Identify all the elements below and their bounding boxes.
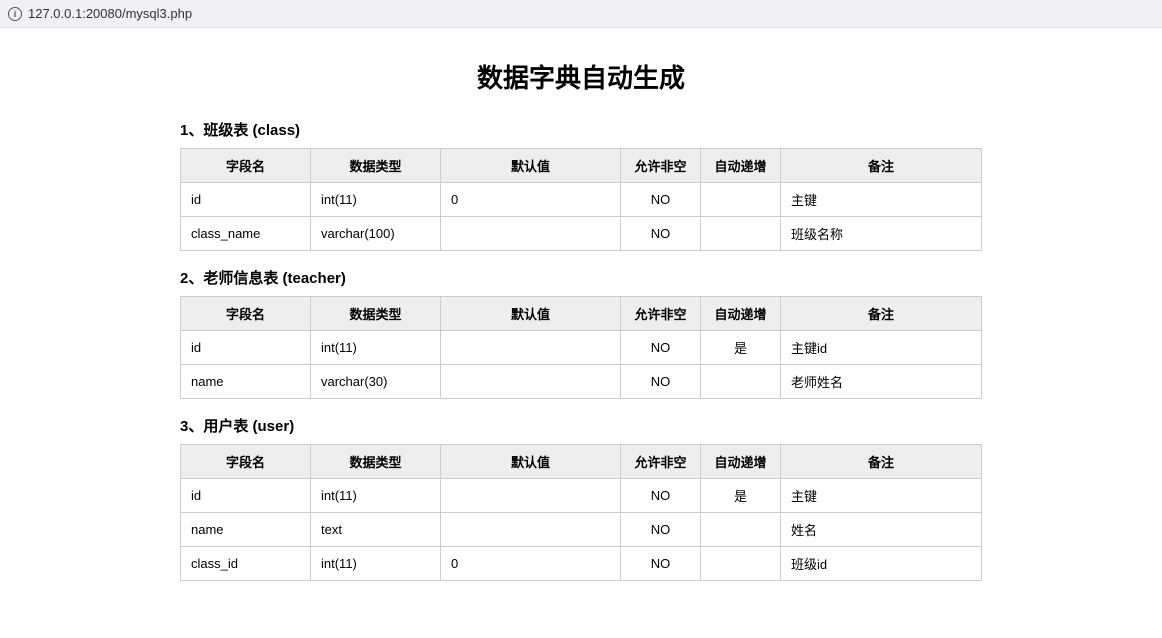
section-title: 3、用户表 (user) (180, 415, 982, 436)
table-cell: int(11) (311, 331, 441, 365)
table-cell: 是 (701, 479, 781, 513)
table-cell (701, 547, 781, 581)
browser-address-bar[interactable]: i 127.0.0.1:20080/mysql3.php (0, 0, 1162, 28)
section-title: 1、班级表 (class) (180, 119, 982, 140)
data-table: 字段名数据类型默认值允许非空自动递增备注idint(11)NO是主键namete… (180, 444, 982, 581)
table-header-cell: 允许非空 (621, 149, 701, 183)
page-content: 数据字典自动生成 1、班级表 (class)字段名数据类型默认值允许非空自动递增… (0, 28, 1162, 581)
tables-container: 1、班级表 (class)字段名数据类型默认值允许非空自动递增备注idint(1… (180, 119, 982, 581)
table-cell: int(11) (311, 183, 441, 217)
section-title: 2、老师信息表 (teacher) (180, 267, 982, 288)
table-header-cell: 允许非空 (621, 445, 701, 479)
table-row: namevarchar(30) NO 老师姓名 (181, 365, 982, 399)
table-cell: varchar(100) (311, 217, 441, 251)
table-cell (701, 183, 781, 217)
info-icon: i (8, 7, 22, 21)
table-header-cell: 允许非空 (621, 297, 701, 331)
table-header-cell: 自动递增 (701, 149, 781, 183)
table-cell: id (181, 479, 311, 513)
table-cell: 主键 (781, 479, 982, 513)
table-header-cell: 默认值 (441, 149, 621, 183)
table-cell (441, 365, 621, 399)
table-cell: id (181, 331, 311, 365)
table-cell: 主键 (781, 183, 982, 217)
table-header-cell: 默认值 (441, 445, 621, 479)
table-cell (701, 365, 781, 399)
table-cell (441, 513, 621, 547)
table-cell: 主键id (781, 331, 982, 365)
table-row: nametext NO 姓名 (181, 513, 982, 547)
table-row: class_namevarchar(100) NO 班级名称 (181, 217, 982, 251)
table-cell: int(11) (311, 479, 441, 513)
table-header-cell: 字段名 (181, 297, 311, 331)
table-cell: NO (621, 183, 701, 217)
data-table: 字段名数据类型默认值允许非空自动递增备注idint(11)NO是主键idname… (180, 296, 982, 399)
table-cell: varchar(30) (311, 365, 441, 399)
table-cell: class_name (181, 217, 311, 251)
data-table: 字段名数据类型默认值允许非空自动递增备注idint(11)0NO主键class_… (180, 148, 982, 251)
table-header-cell: 字段名 (181, 445, 311, 479)
table-cell (701, 513, 781, 547)
table-header-cell: 默认值 (441, 297, 621, 331)
table-header-cell: 自动递增 (701, 297, 781, 331)
table-header-row: 字段名数据类型默认值允许非空自动递增备注 (181, 149, 982, 183)
table-cell: NO (621, 479, 701, 513)
page-title: 数据字典自动生成 (180, 58, 982, 95)
table-header-cell: 数据类型 (311, 149, 441, 183)
table-cell: int(11) (311, 547, 441, 581)
table-cell: name (181, 365, 311, 399)
table-header-cell: 备注 (781, 445, 982, 479)
table-cell: NO (621, 547, 701, 581)
table-header-row: 字段名数据类型默认值允许非空自动递增备注 (181, 297, 982, 331)
table-header-cell: 数据类型 (311, 297, 441, 331)
table-header-cell: 数据类型 (311, 445, 441, 479)
table-header-cell: 备注 (781, 149, 982, 183)
table-row: idint(11)0NO 主键 (181, 183, 982, 217)
table-header-cell: 备注 (781, 297, 982, 331)
table-cell: NO (621, 217, 701, 251)
table-row: idint(11) NO是主键 (181, 479, 982, 513)
url-text: 127.0.0.1:20080/mysql3.php (28, 6, 192, 21)
table-cell: NO (621, 513, 701, 547)
table-row: idint(11) NO是主键id (181, 331, 982, 365)
table-cell: class_id (181, 547, 311, 581)
table-cell: 是 (701, 331, 781, 365)
table-cell: 班级id (781, 547, 982, 581)
table-row: class_idint(11)0NO 班级id (181, 547, 982, 581)
table-cell: 老师姓名 (781, 365, 982, 399)
table-cell: id (181, 183, 311, 217)
table-cell: text (311, 513, 441, 547)
table-header-cell: 自动递增 (701, 445, 781, 479)
table-cell: 班级名称 (781, 217, 982, 251)
table-cell: name (181, 513, 311, 547)
table-header-row: 字段名数据类型默认值允许非空自动递增备注 (181, 445, 982, 479)
table-cell: NO (621, 331, 701, 365)
table-cell: 0 (441, 183, 621, 217)
table-cell (441, 217, 621, 251)
table-cell: NO (621, 365, 701, 399)
table-header-cell: 字段名 (181, 149, 311, 183)
table-cell (441, 331, 621, 365)
table-cell: 姓名 (781, 513, 982, 547)
table-cell (701, 217, 781, 251)
table-cell: 0 (441, 547, 621, 581)
table-cell (441, 479, 621, 513)
